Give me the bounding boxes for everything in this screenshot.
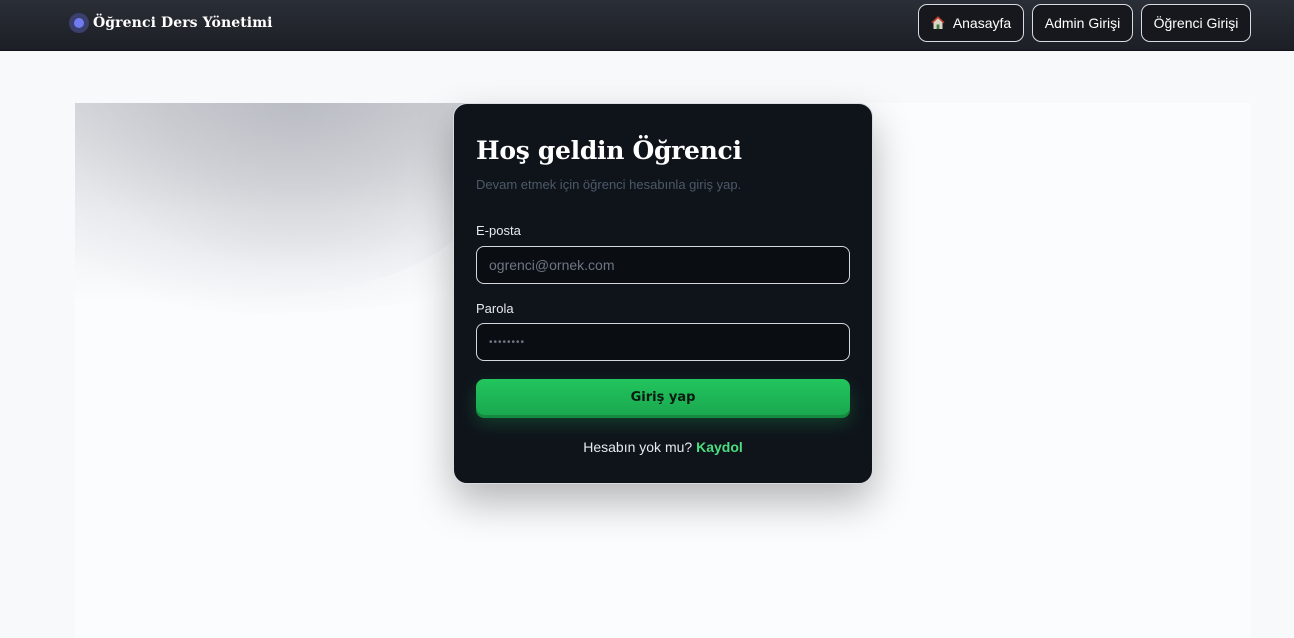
password-field[interactable] xyxy=(476,323,850,361)
signup-prompt: Hesabın yok mu? xyxy=(583,439,697,455)
admin-login-button[interactable]: Admin Girişi xyxy=(1032,4,1133,42)
email-field[interactable] xyxy=(476,246,850,284)
login-card: Hoş geldin Öğrenci Devam etmek için öğre… xyxy=(453,103,873,484)
brand-dot-icon xyxy=(69,13,89,33)
home-button-label: Anasayfa xyxy=(952,15,1012,31)
signup-row: Hesabın yok mu? Kaydol xyxy=(454,439,872,455)
login-subtitle: Devam etmek için öğrenci hesabınla giriş… xyxy=(476,177,742,192)
brand-name: Öğrenci Ders Yönetimi xyxy=(93,15,273,31)
login-title: Hoş geldin Öğrenci xyxy=(476,136,742,165)
brand[interactable]: Öğrenci Ders Yönetimi xyxy=(69,12,273,34)
student-login-label: Öğrenci Girişi xyxy=(1153,15,1239,31)
home-button[interactable]: Anasayfa xyxy=(918,4,1024,42)
house-icon xyxy=(931,16,945,29)
student-login-button[interactable]: Öğrenci Girişi xyxy=(1141,4,1251,42)
email-label: E-posta xyxy=(476,223,521,238)
login-submit-button[interactable]: Giriş yap xyxy=(476,379,850,415)
admin-login-label: Admin Girişi xyxy=(1044,15,1121,31)
signup-link[interactable]: Kaydol xyxy=(696,439,743,455)
top-navbar: Öğrenci Ders Yönetimi Anasayfa Admin Gir… xyxy=(0,0,1294,51)
password-label: Parola xyxy=(476,301,514,316)
